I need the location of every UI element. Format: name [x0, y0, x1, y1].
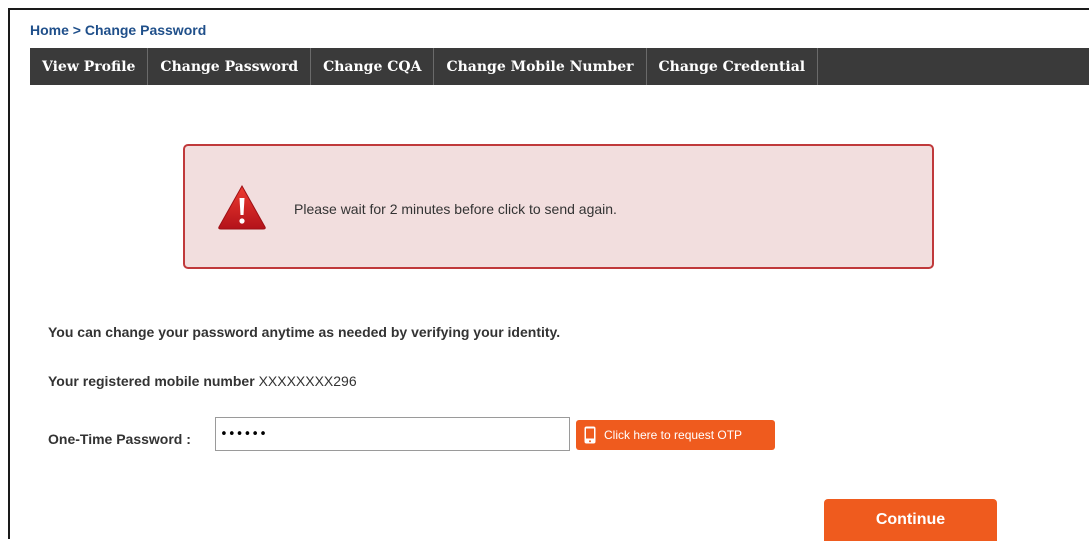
breadcrumb-home-link[interactable]: Home: [30, 22, 69, 38]
mobile-value: XXXXXXXX296: [258, 373, 357, 389]
tab-view-profile[interactable]: View Profile: [30, 48, 149, 85]
request-otp-label: Click here to request OTP: [604, 428, 743, 442]
tab-change-cqa[interactable]: Change CQA: [311, 48, 435, 85]
intro-text: You can change your password anytime as …: [48, 324, 561, 340]
tab-change-password[interactable]: Change Password: [148, 48, 312, 85]
breadcrumb-current: Change Password: [84, 22, 207, 38]
phone-icon: [584, 426, 596, 444]
tab-change-credential[interactable]: Change Credential: [647, 48, 819, 85]
registered-mobile-row: Your registered mobile number XXXXXXXX29…: [48, 373, 357, 389]
page-frame: Home > Change Password View Profile Chan…: [8, 8, 1089, 541]
breadcrumb: Home > Change Password: [30, 22, 206, 38]
profile-tab-bar: View Profile Change Password Change CQA …: [30, 48, 1089, 85]
tab-change-mobile-number[interactable]: Change Mobile Number: [434, 48, 647, 85]
request-otp-button[interactable]: Click here to request OTP: [576, 420, 775, 450]
continue-button[interactable]: Continue: [824, 499, 997, 541]
otp-input[interactable]: [215, 417, 570, 451]
otp-label: One-Time Password :: [48, 431, 191, 447]
error-alert: Please wait for 2 minutes before click t…: [183, 144, 934, 269]
alert-message: Please wait for 2 minutes before click t…: [294, 201, 617, 217]
mobile-label: Your registered mobile number: [48, 373, 255, 389]
breadcrumb-separator: >: [72, 22, 81, 38]
warning-triangle-icon: [218, 184, 266, 230]
